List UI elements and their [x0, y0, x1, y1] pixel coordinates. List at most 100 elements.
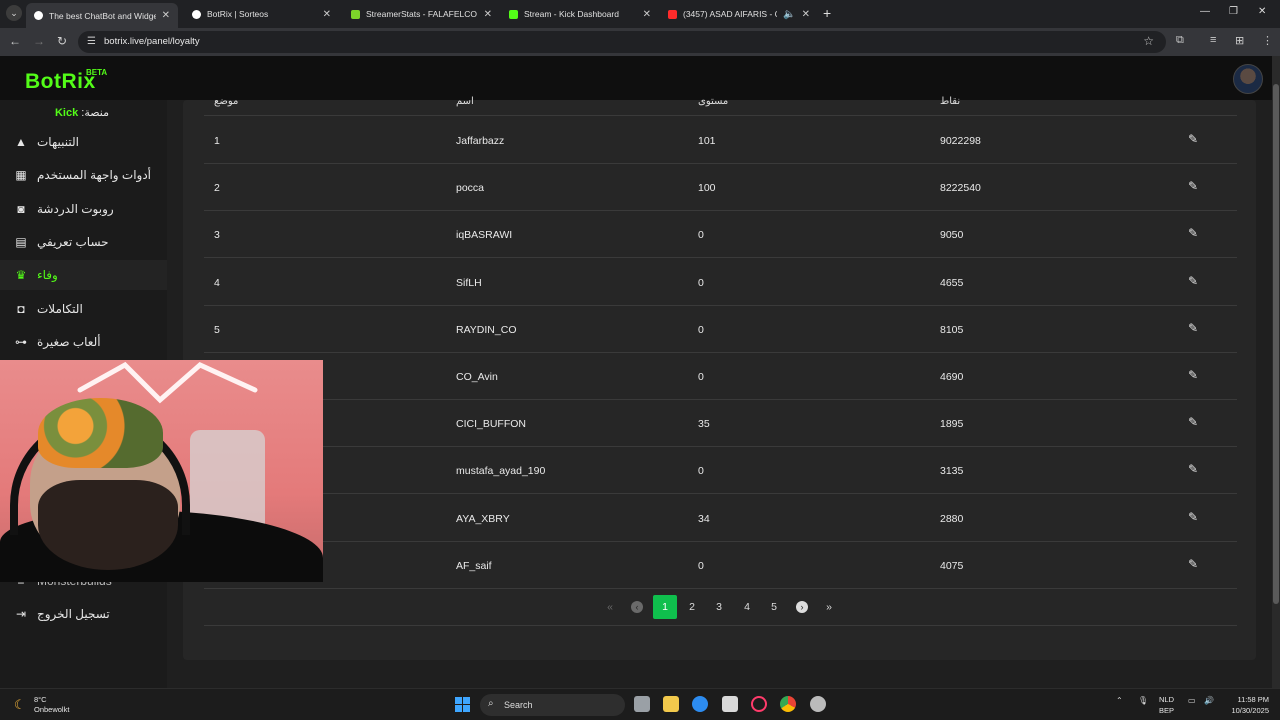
task-view-icon[interactable] [634, 696, 650, 712]
page-2-button[interactable]: 2 [680, 595, 704, 619]
chrome-icon[interactable] [780, 696, 796, 712]
row-points: 1895 [940, 418, 964, 431]
sidebar-item-widgets[interactable]: ▦ أدوات واجهة المستخدم [0, 160, 167, 190]
last-page-icon[interactable]: » [817, 595, 841, 619]
edit-icon[interactable]: ✎ [1188, 226, 1202, 240]
speaker-icon[interactable]: 🔈 [783, 9, 795, 20]
sidebar-item-label: التكاملات [37, 302, 83, 316]
next-page-icon[interactable]: › [790, 595, 814, 619]
tab-close-icon[interactable]: ✕ [323, 9, 331, 20]
row-level: 35 [698, 418, 710, 431]
browser-tab-4[interactable]: Stream - Kick Dashboard ✕ [501, 3, 659, 25]
edit-icon[interactable]: ✎ [1188, 415, 1202, 429]
sidebar-item-integrations[interactable]: ◘ التكاملات [0, 294, 167, 324]
reload-icon[interactable]: ↻ [57, 34, 67, 48]
tab-favicon-icon [34, 11, 43, 20]
sidebar-item-label: التنبيهات [37, 135, 79, 149]
moon-weather-icon[interactable]: ☾ [14, 697, 26, 713]
edit-icon[interactable]: ✎ [1188, 462, 1202, 476]
windows-start-icon[interactable] [455, 697, 470, 712]
edit-icon[interactable]: ✎ [1188, 321, 1202, 335]
browser-tab-2[interactable]: BotRix | Sorteos ✕ [184, 3, 339, 25]
prev-page-icon[interactable]: ‹ [625, 595, 649, 619]
close-window-icon[interactable]: ✕ [1258, 6, 1266, 17]
webcam-overlay [0, 360, 323, 582]
sidebar-item-profile[interactable]: ▤ حساب تعريفي [0, 227, 167, 257]
row-name: RAYDIN_CO [456, 323, 517, 336]
browser-tab-3[interactable]: StreamerStats - FALAFELCO Pro ✕ [343, 3, 500, 25]
sidebar-item-logout[interactable]: ⇥ تسجيل الخروج [0, 599, 167, 629]
sidebar-item-minigames[interactable]: ⊶ ألعاب صغيرة [0, 327, 167, 357]
bookmark-star-icon[interactable]: ☆ [1143, 34, 1154, 48]
table-row: 1 Jaffarbazz 101 9022298 ✎ [204, 117, 1237, 164]
first-page-icon[interactable]: « [598, 595, 622, 619]
page-3-button[interactable]: 3 [707, 595, 731, 619]
weather-temp: 8°C [34, 695, 47, 704]
tab-close-icon[interactable]: ✕ [162, 10, 170, 21]
edit-icon[interactable]: ✎ [1188, 274, 1202, 288]
edit-icon[interactable]: ✎ [1188, 132, 1202, 146]
tab-favicon-icon [192, 9, 201, 19]
new-tab-icon[interactable]: + [823, 5, 831, 21]
tab-close-icon[interactable]: ✕ [643, 9, 651, 20]
row-name: Jaffarbazz [456, 135, 505, 147]
app-icon[interactable] [810, 696, 826, 712]
row-position: 2 [214, 182, 220, 195]
table-row: AYA_XBRY 34 2880 ✎ [204, 495, 1237, 542]
integrations-icon: ◘ [17, 302, 25, 316]
edge-icon[interactable] [692, 696, 708, 712]
forward-icon[interactable]: → [33, 34, 45, 48]
tab-close-icon[interactable]: ✕ [802, 9, 810, 20]
search-icon: ⌕ [488, 698, 494, 709]
extensions-icon[interactable]: ⧉ [1176, 34, 1184, 47]
tray-chevron-icon[interactable]: ⌃ [1116, 696, 1123, 705]
botrix-page: BotRix BETA منصة: Kick ▲ التنبيهات ▦ أدو… [0, 56, 1280, 688]
page-1-button[interactable]: 1 [653, 595, 677, 619]
sidebar-item-label: ألعاب صغيرة [37, 335, 101, 349]
store-icon[interactable] [722, 696, 738, 712]
opera-icon[interactable] [751, 696, 767, 712]
sidebar-item-label: وفاء [37, 268, 58, 282]
file-explorer-icon[interactable] [663, 696, 679, 712]
browser-tab-1[interactable]: The best ChatBot and Widgets ✕ [26, 3, 178, 28]
edit-icon[interactable]: ✎ [1188, 510, 1202, 524]
tab-search-icon[interactable]: ⌄ [6, 5, 22, 21]
sidebar-item-alerts[interactable]: ▲ التنبيهات [0, 127, 167, 157]
site-info-icon[interactable]: ☰ [87, 36, 96, 47]
volume-icon[interactable]: 🔊 [1204, 696, 1214, 705]
scrollbar-thumb[interactable] [1273, 84, 1279, 604]
network-icon[interactable]: ▭ [1188, 696, 1196, 705]
microphone-icon[interactable]: 🎙 [1138, 696, 1148, 705]
address-bar[interactable]: ☰ botrix.live/panel/loyalty ☆ [78, 31, 1166, 53]
sidebar-item-loyalty[interactable]: ♛ وفاء [0, 260, 167, 290]
restore-icon[interactable]: ❐ [1229, 6, 1238, 17]
row-name: AYA_XBRY [456, 512, 510, 525]
edit-icon[interactable]: ✎ [1188, 557, 1202, 571]
weather-widget[interactable]: 8°C Onbewolkt [34, 695, 69, 715]
clock-time: 11:58 PM [1237, 695, 1269, 704]
user-avatar[interactable] [1233, 64, 1263, 94]
language-indicator[interactable]: NLD BEP [1159, 694, 1174, 716]
browser-tab-5[interactable]: (3457) ASAD AIFARIS - CHA 🔈 ✕ [660, 3, 818, 25]
trophy-icon: ♛ [15, 268, 27, 282]
sidebar-item-chatbot[interactable]: ◙ روبوت الدردشة [0, 194, 167, 224]
tab-close-icon[interactable]: ✕ [484, 9, 492, 20]
sidebar-item-label: تسجيل الخروج [37, 607, 110, 621]
header-level: مستوى [698, 96, 729, 107]
minimize-icon[interactable]: — [1200, 6, 1210, 17]
page-4-button[interactable]: 4 [735, 595, 759, 619]
back-icon[interactable]: ← [9, 34, 21, 48]
clock[interactable]: 11:58 PM 10/30/2025 [1225, 694, 1269, 716]
media-controls-icon[interactable]: ≡ [1210, 34, 1216, 46]
more-menu-icon[interactable]: ⋮ [1262, 34, 1273, 47]
table-row: 4 SifLH 0 4655 ✎ [204, 259, 1237, 306]
page-5-button[interactable]: 5 [762, 595, 786, 619]
row-name: iqBASRAWI [456, 229, 513, 242]
edit-icon[interactable]: ✎ [1188, 368, 1202, 382]
edit-icon[interactable]: ✎ [1188, 179, 1202, 193]
row-position: 3 [214, 229, 220, 242]
page-scrollbar[interactable] [1272, 56, 1280, 688]
table-row: CICI_BUFFON 35 1895 ✎ [204, 400, 1237, 448]
taskbar-search[interactable]: ⌕ Search [480, 694, 625, 716]
translate-icon[interactable]: ⊞ [1235, 34, 1244, 47]
